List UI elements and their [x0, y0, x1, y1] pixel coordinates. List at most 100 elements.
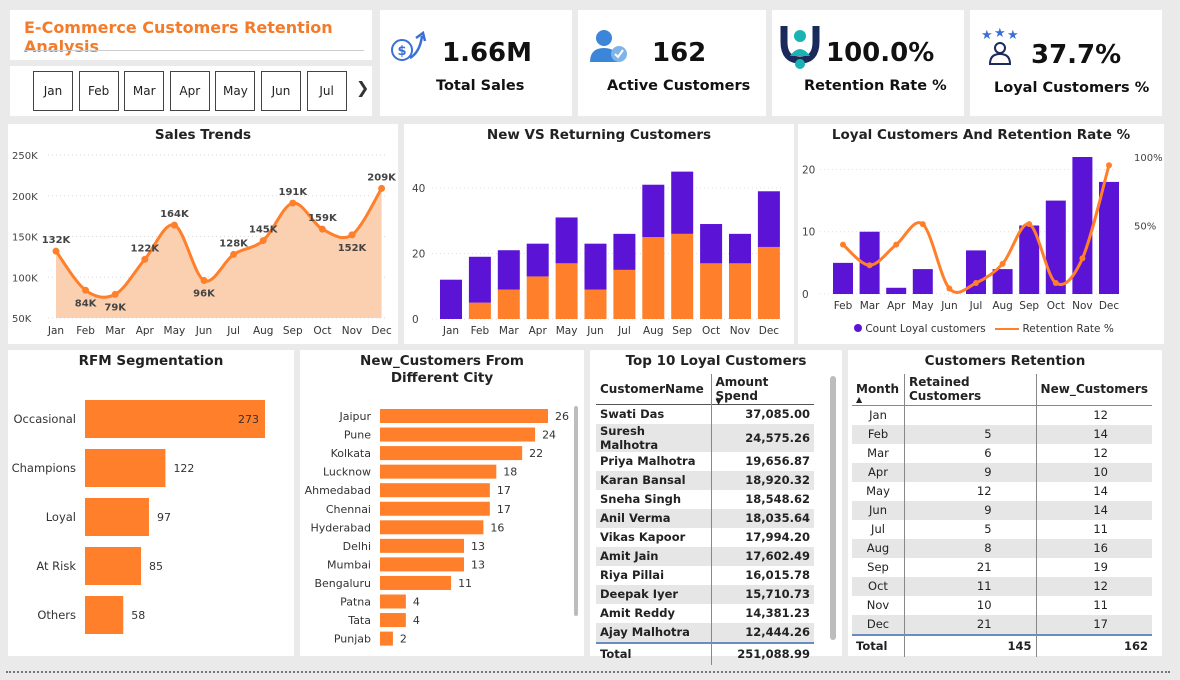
table-row[interactable]: Karan Bansal 18,920.32	[596, 470, 814, 490]
table-row[interactable]: Vikas Kapoor 17,994.20	[596, 527, 814, 547]
data-point[interactable]	[170, 221, 178, 229]
bar-segment-lower[interactable]	[497, 289, 520, 319]
city-bar[interactable]	[380, 427, 536, 442]
customers-retention-visual[interactable]: Customers Retention Month ▲ Retained Cust…	[848, 350, 1162, 657]
rfm-bar[interactable]	[85, 498, 149, 536]
retention-point[interactable]	[1079, 255, 1086, 262]
table-row[interactable]: Jul 5 11	[852, 519, 1152, 539]
rfm-segmentation-visual[interactable]: RFM Segmentation Occasional 273 Champions 1…	[8, 350, 294, 656]
top-loyal-customers-visual[interactable]: Top 10 Loyal Customers CustomerName Amou…	[590, 350, 842, 665]
table-row[interactable]: Oct 11 12	[852, 576, 1152, 596]
month-button-jul[interactable]: Jul	[306, 71, 347, 111]
legend-item-retention[interactable]: Retention Rate %	[1022, 323, 1113, 335]
retention-point[interactable]	[946, 285, 953, 292]
table-row[interactable]: Riya Pillai 16,015.78	[596, 565, 814, 585]
bar-segment-lower[interactable]	[555, 263, 578, 319]
bar-segment-upper[interactable]	[642, 184, 665, 238]
city-bar[interactable]	[380, 613, 406, 628]
scrollbar[interactable]	[574, 406, 578, 616]
column-header[interactable]: Retained Customers	[904, 374, 1037, 405]
chevron-right-icon[interactable]: ❯	[356, 78, 369, 97]
table-row[interactable]: Deepak Iyer 15,710.73	[596, 584, 814, 604]
retention-point[interactable]	[840, 241, 846, 248]
city-bar[interactable]	[380, 446, 523, 461]
data-point[interactable]	[348, 231, 356, 239]
city-bar[interactable]	[380, 594, 406, 609]
table-row[interactable]: Dec 21 17	[852, 614, 1152, 635]
bar-segment-lower[interactable]	[468, 302, 491, 319]
bar-segment-lower[interactable]	[671, 233, 694, 319]
bar-segment-upper[interactable]	[700, 224, 723, 264]
table-row[interactable]: Jan 12	[852, 405, 1152, 425]
table-row[interactable]: Apr 9 10	[852, 462, 1152, 482]
month-button-may[interactable]: May	[215, 71, 256, 111]
table-row[interactable]: May 12 14	[852, 481, 1152, 501]
table-row[interactable]: Suresh Malhotra 24,575.26	[596, 423, 814, 452]
table-row[interactable]: Nov 10 11	[852, 595, 1152, 615]
city-bar[interactable]	[380, 501, 490, 516]
data-point[interactable]	[318, 225, 326, 233]
rfm-bar[interactable]	[85, 547, 142, 585]
sort-desc-icon[interactable]: ▼	[716, 397, 722, 406]
month-button-feb[interactable]: Feb	[78, 71, 119, 111]
city-bar[interactable]	[380, 575, 452, 590]
data-point[interactable]	[259, 237, 267, 245]
table-row[interactable]: Sep 21 19	[852, 557, 1152, 577]
bar-segment-lower[interactable]	[642, 237, 665, 319]
city-bar[interactable]	[380, 557, 464, 572]
retention-point[interactable]	[919, 221, 926, 228]
table-row[interactable]: Ajay Malhotra 12,444.26	[596, 622, 814, 643]
city-bar[interactable]	[380, 464, 497, 479]
bar-segment-lower[interactable]	[526, 276, 549, 319]
new-vs-returning-visual[interactable]: New VS Returning Customers 40 20 0 Jan Feb Ma…	[404, 124, 794, 344]
city-bar[interactable]	[380, 409, 548, 423]
column-header[interactable]: Month ▲	[852, 374, 905, 405]
bar-segment-lower[interactable]	[729, 263, 751, 319]
data-point[interactable]	[141, 255, 149, 263]
rfm-bar[interactable]	[85, 596, 124, 634]
retention-point[interactable]	[866, 262, 873, 269]
sort-asc-icon[interactable]: ▲	[856, 395, 862, 404]
data-point[interactable]	[230, 250, 238, 258]
table-row[interactable]: Aug 8 16	[852, 538, 1152, 558]
loyal-bar[interactable]	[912, 269, 933, 294]
retention-point[interactable]	[999, 260, 1006, 267]
rfm-bar[interactable]	[85, 449, 166, 487]
month-button-mar[interactable]: Mar	[124, 71, 165, 111]
city-bar[interactable]	[380, 631, 393, 646]
table-row[interactable]: Priya Malhotra 19,656.87	[596, 451, 814, 471]
loyal-bar[interactable]	[1099, 181, 1119, 294]
bar-segment-upper[interactable]	[757, 191, 780, 247]
month-button-jan[interactable]: Jan	[33, 71, 73, 111]
bar-segment-lower[interactable]	[584, 289, 607, 319]
retention-point[interactable]	[1052, 280, 1059, 287]
column-header[interactable]: New_Customers	[1036, 374, 1152, 405]
scrollbar[interactable]	[830, 376, 836, 640]
legend-item-loyal[interactable]: Count Loyal customers	[865, 323, 985, 335]
city-bar[interactable]	[380, 483, 490, 498]
bar-segment-upper[interactable]	[584, 243, 607, 290]
column-header[interactable]: CustomerName	[596, 374, 712, 404]
city-bar[interactable]	[380, 538, 464, 553]
table-row[interactable]: Mar 6 12	[852, 443, 1152, 463]
bar-segment-upper[interactable]	[440, 279, 462, 319]
bar-segment-lower[interactable]	[613, 269, 636, 319]
month-button-jun[interactable]: Jun	[261, 71, 301, 111]
bar-segment-upper[interactable]	[526, 243, 549, 277]
data-point[interactable]	[289, 199, 297, 207]
loyal-retention-visual[interactable]: Loyal Customers And Retention Rate % 20 1…	[798, 124, 1164, 344]
table-row[interactable]: Swati Das 37,085.00	[596, 404, 814, 424]
bar-segment-upper[interactable]	[468, 256, 491, 303]
retention-point[interactable]	[1026, 221, 1033, 228]
loyal-bar[interactable]	[886, 287, 907, 294]
bar-segment-lower[interactable]	[700, 263, 723, 319]
sales-trends-visual[interactable]: Sales Trends 250K 200K 150K 100K 50K 132K Jan 8…	[8, 124, 398, 344]
column-header[interactable]: Amount Spend ▼	[711, 374, 814, 406]
table-row[interactable]: Jun 9 14	[852, 500, 1152, 520]
table-row[interactable]: Amit Reddy 14,381.23	[596, 603, 814, 623]
bar-segment-upper[interactable]	[555, 217, 578, 264]
table-row[interactable]: Sneha Singh 18,548.62	[596, 489, 814, 509]
city-bar[interactable]	[380, 520, 484, 535]
table-row[interactable]: Feb 5 14	[852, 424, 1152, 444]
city-customers-visual[interactable]: New_Customers From Different City Jaipur…	[300, 350, 584, 656]
